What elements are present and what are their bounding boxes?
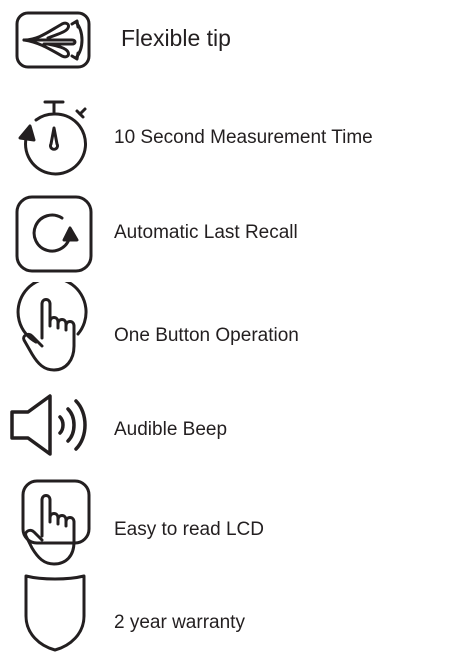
feature-label: One Button Operation	[114, 325, 299, 346]
feature-warranty: 2 year warranty	[0, 570, 454, 658]
recall-arrow-icon	[14, 194, 94, 274]
flexible-tip-icon	[14, 10, 92, 70]
feature-audible-beep: Audible Beep	[0, 390, 454, 470]
stopwatch-icon	[14, 98, 94, 180]
feature-label: Flexible tip	[121, 25, 231, 51]
feature-one-button: One Button Operation	[0, 282, 454, 382]
pointing-hand-icon	[16, 282, 92, 376]
feature-label: Automatic Last Recall	[114, 222, 298, 243]
pointing-hand-icon	[20, 478, 94, 568]
feature-measurement-time: 10 Second Measurement Time	[0, 90, 454, 190]
shield-icon	[20, 570, 90, 654]
feature-last-recall: Automatic Last Recall	[0, 190, 454, 280]
speaker-icon	[8, 390, 98, 460]
feature-label: 2 year warranty	[114, 612, 245, 633]
feature-label: Easy to read LCD	[114, 519, 264, 540]
feature-label: 10 Second Measurement Time	[114, 127, 373, 148]
feature-easy-lcd: Easy to read LCD	[0, 478, 454, 568]
feature-label: Audible Beep	[114, 419, 228, 440]
feature-flexible-tip: Flexible tip	[0, 0, 454, 80]
